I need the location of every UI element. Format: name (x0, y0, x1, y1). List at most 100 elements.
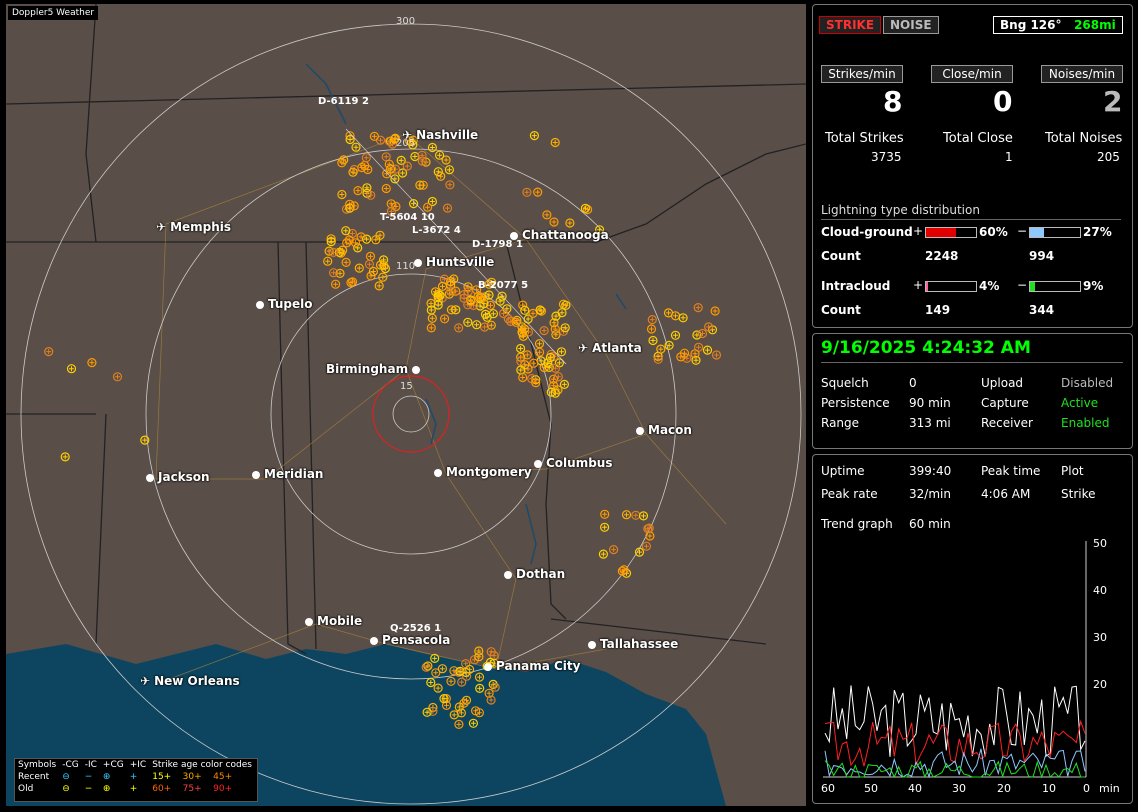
strike-marker-cross (337, 270, 343, 276)
strike-marker-cross (525, 316, 531, 322)
upload-value[interactable]: Disabled (1061, 376, 1113, 390)
strike-marker-cross (417, 182, 423, 188)
strike-marker-cross (356, 265, 362, 271)
city-huntsville: Huntsville (414, 255, 494, 269)
y-tick: 30 (1093, 631, 1107, 644)
storm-label[interactable]: B-2077 5 (478, 280, 528, 291)
strike-marker-cross (333, 281, 339, 287)
persistence-value[interactable]: 90 min (909, 396, 951, 410)
capture-label: Capture (981, 396, 1029, 410)
uptime-value: 399:40 (909, 464, 952, 478)
strike-marker-cross (363, 155, 369, 161)
city-chattanooga: Chattanooga (510, 228, 609, 242)
close-per-min-button[interactable]: Close/min (931, 65, 1013, 83)
strike-marker-cross (611, 547, 617, 553)
storm-label[interactable]: D-6119 2 (318, 96, 369, 107)
strike-button[interactable]: STRIKE (819, 16, 882, 34)
strike-marker-cross (567, 220, 573, 226)
total-strikes-label: Total Strikes (825, 131, 904, 146)
strike-marker-cross (376, 283, 382, 289)
neg-ic-icon: − (84, 772, 93, 782)
strikes-per-min-button[interactable]: Strikes/min (821, 65, 903, 83)
city-dot-icon (434, 468, 442, 477)
strike-marker-cross (343, 259, 349, 265)
trend-graph-value[interactable]: 60 min (909, 517, 951, 531)
strike-marker-cross (428, 325, 434, 331)
x-tick: 10 (1042, 782, 1056, 795)
city-dot-icon (252, 470, 260, 479)
pos-ic-icon: + (129, 784, 138, 794)
strike-marker-cross (428, 300, 434, 306)
noises-per-min-value: 2 (1103, 85, 1123, 118)
strike-marker-cross (328, 239, 334, 245)
x-tick: 60 (821, 782, 835, 795)
city-memphis: ✈ Memphis (156, 220, 232, 234)
age-30: 30+ (182, 772, 202, 782)
strike-marker-cross (641, 513, 646, 519)
capture-value[interactable]: Active (1061, 396, 1098, 410)
legend-age-title: Strike age color codes (152, 760, 252, 770)
city-columbus: Columbus (534, 456, 613, 470)
strike-marker-cross (62, 454, 68, 460)
city-dot-icon (534, 459, 542, 468)
strike-marker-cross (474, 322, 480, 328)
strike-marker-cross (440, 283, 445, 289)
strike-marker-cross (353, 144, 359, 150)
strike-marker-cross (524, 352, 530, 358)
city-dot-icon (588, 640, 596, 649)
strikes-per-min-value: 8 (883, 85, 903, 118)
strike-marker-cross (541, 328, 547, 334)
squelch-value[interactable]: 0 (909, 376, 917, 390)
strike-marker-cross (89, 360, 95, 366)
city-meridian: Meridian (252, 467, 323, 481)
ic-positive-pct: 4% (979, 279, 1000, 293)
legend-old-ages: 60+ 75+ 90+ (149, 783, 255, 795)
divider (821, 219, 1121, 220)
strike-marker-cross (461, 295, 467, 301)
city-birmingham: Birmingham (326, 362, 424, 376)
age-90: 90+ (213, 784, 233, 794)
lightning-map[interactable]: Doppler5 Weather 300 205 110 15 ✈ Nashvil… (6, 4, 806, 806)
strike-stats-panel: STRIKE NOISE Bng 126° 268mi Strikes/min … (812, 4, 1133, 328)
neg-ic-icon: − (84, 784, 93, 794)
strike-marker-cross (696, 344, 702, 350)
storm-label[interactable]: L-3672 4 (412, 225, 461, 236)
storm-label[interactable]: Q-2526 1 (390, 623, 441, 634)
noise-button[interactable]: NOISE (883, 16, 939, 34)
strike-marker-cross (339, 192, 345, 197)
range-value[interactable]: 313 mi (909, 416, 951, 430)
strike-marker-cross (435, 302, 441, 308)
storm-label[interactable]: D-1798 1 (472, 239, 523, 250)
legend-neg-ic: -IC (84, 760, 97, 770)
strike-marker-cross (649, 317, 655, 323)
persistence-label: Persistence (821, 396, 890, 410)
age-15: 15+ (152, 772, 172, 782)
legend-header: Symbols (18, 760, 57, 770)
cg-positive-bar (925, 227, 977, 238)
strike-marker-cross (637, 549, 642, 555)
ic-negative-pct: 9% (1083, 279, 1104, 293)
legend-recent-ages: 15+ 30+ 45+ (149, 771, 255, 783)
strike-marker-cross (692, 351, 698, 357)
noises-per-min-button[interactable]: Noises/min (1041, 65, 1123, 83)
x-tick: 40 (908, 782, 922, 795)
strike-marker-cross (537, 341, 542, 347)
pos-ic-icon: + (129, 772, 138, 782)
strike-marker-cross (428, 307, 434, 313)
strike-marker-cross (331, 270, 337, 276)
strike-marker-cross (714, 352, 719, 358)
ic-positive-count: 149 (925, 303, 951, 317)
strike-marker-cross (524, 189, 530, 195)
plot-value[interactable]: Strike (1061, 487, 1096, 501)
receiver-value[interactable]: Enabled (1061, 416, 1110, 430)
city-nashville: ✈ Nashville (402, 128, 479, 142)
age-75: 75+ (182, 784, 202, 794)
range-label: Range (821, 416, 860, 430)
strike-marker-cross (411, 201, 417, 207)
total-strikes-value: 3735 (871, 150, 902, 164)
strike-marker-cross (650, 338, 656, 343)
upload-label: Upload (981, 376, 1024, 390)
city-dot-icon (484, 662, 492, 671)
storm-label[interactable]: T-5604 10 (380, 212, 435, 223)
strike-marker-cross (383, 186, 389, 191)
